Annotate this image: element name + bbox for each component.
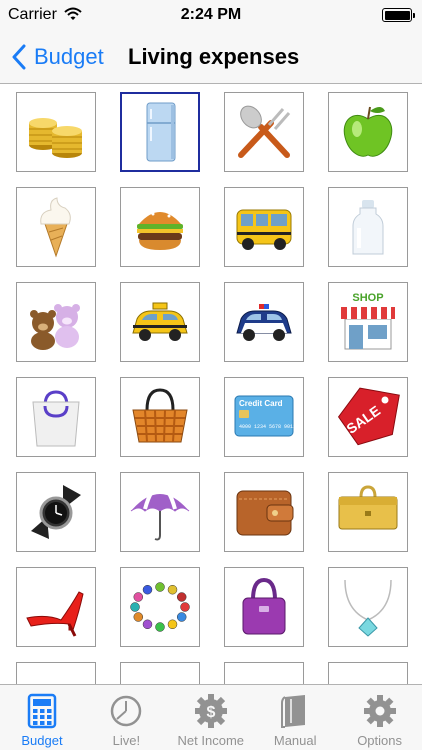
utensils-icon [238, 105, 291, 158]
svg-text:$: $ [206, 704, 215, 721]
category-tile[interactable] [16, 662, 96, 684]
back-button-label: Budget [34, 44, 104, 69]
purse-icon [338, 485, 398, 530]
category-tile[interactable] [120, 187, 200, 267]
back-button[interactable]: Budget [12, 40, 104, 74]
icon-grid[interactable]: SHOP Credit Card 4000 1234 5678 9012 SAL… [0, 85, 422, 684]
lipstick-icon [127, 669, 193, 684]
page-title: Living expenses [128, 44, 300, 69]
svg-text:Credit Card: Credit Card [239, 399, 283, 408]
category-tile[interactable]: SALE [328, 377, 408, 457]
category-tile[interactable] [224, 92, 304, 172]
bead-necklace-icon [130, 582, 190, 632]
shop-icon: SHOP [341, 292, 395, 350]
tab-manual[interactable]: Manual [253, 685, 337, 750]
wallet-icon [236, 490, 294, 536]
wristwatch-icon [31, 485, 81, 539]
category-tile[interactable] [328, 567, 408, 647]
category-tile[interactable] [328, 187, 408, 267]
chevron-left-icon [12, 44, 26, 70]
category-tile[interactable] [224, 187, 304, 267]
category-tile[interactable] [120, 567, 200, 647]
pendant-necklace-icon [344, 579, 392, 637]
category-tile[interactable] [16, 377, 96, 457]
shopping-bag-icon [32, 390, 80, 447]
calculator-icon [27, 693, 57, 729]
teddy-bears-icon [30, 304, 80, 350]
handbag-icon [242, 577, 286, 635]
tab-live[interactable]: Live! [84, 685, 168, 750]
school-bus-icon [236, 209, 292, 250]
tab-label: Options [357, 733, 402, 748]
category-tile[interactable] [16, 282, 96, 362]
tab-budget[interactable]: Budget [0, 685, 84, 750]
svg-text:4000 1234 5678 9012: 4000 1234 5678 9012 [239, 424, 296, 430]
svg-text:SHOP: SHOP [352, 292, 383, 304]
category-tile[interactable]: Credit Card 4000 1234 5678 9012 [224, 377, 304, 457]
category-tile[interactable] [16, 472, 96, 552]
category-tile[interactable] [120, 377, 200, 457]
burger-icon [137, 208, 183, 250]
battery-icon [382, 8, 415, 22]
category-tile[interactable] [328, 662, 408, 684]
tab-net-income[interactable]: $ Net Income [169, 685, 253, 750]
ice-cream-icon [40, 197, 71, 258]
coins-icon [29, 118, 82, 158]
figure-icon [23, 669, 89, 684]
category-tile[interactable] [120, 282, 200, 362]
apple-icon [343, 106, 393, 157]
mirror-icon [231, 669, 297, 684]
category-tile[interactable] [16, 567, 96, 647]
category-tile[interactable] [224, 567, 304, 647]
category-tile[interactable] [224, 662, 304, 684]
umbrella-icon [130, 483, 190, 541]
category-tile[interactable] [328, 92, 408, 172]
category-tile[interactable] [120, 92, 200, 172]
category-tile[interactable] [16, 187, 96, 267]
taxi-icon [132, 302, 188, 341]
book-icon [281, 695, 306, 728]
high-heel-shoe-icon [26, 591, 84, 637]
app-screen: Carrier 2:24 PM Budget Living expenses S… [0, 0, 422, 750]
category-tile[interactable] [224, 282, 304, 362]
milk-bottle-icon [352, 200, 384, 255]
category-tile[interactable]: SHOP [328, 282, 408, 362]
category-tile[interactable] [328, 472, 408, 552]
tab-bar: Budget Live! $ Net Income Manual Options [0, 684, 422, 750]
category-tile[interactable] [120, 662, 200, 684]
navigation-bar: Budget Living expenses [0, 30, 422, 84]
guitar-icon [335, 669, 401, 684]
credit-card-icon: Credit Card 4000 1234 5678 9012 [234, 395, 296, 437]
clock-icon [111, 695, 142, 727]
gear-icon [363, 695, 396, 727]
category-tile[interactable] [120, 472, 200, 552]
sale-tag-icon: SALE [337, 387, 400, 446]
category-tile[interactable] [16, 92, 96, 172]
refrigerator-icon [146, 102, 176, 162]
tab-options[interactable]: Options [338, 685, 422, 750]
shopping-basket-icon [132, 388, 188, 443]
status-bar: Carrier 2:24 PM [0, 0, 422, 30]
status-time: 2:24 PM [180, 6, 242, 23]
category-tile[interactable] [224, 472, 304, 552]
dollar-gear-icon: $ [194, 694, 227, 728]
police-car-icon [236, 304, 292, 341]
